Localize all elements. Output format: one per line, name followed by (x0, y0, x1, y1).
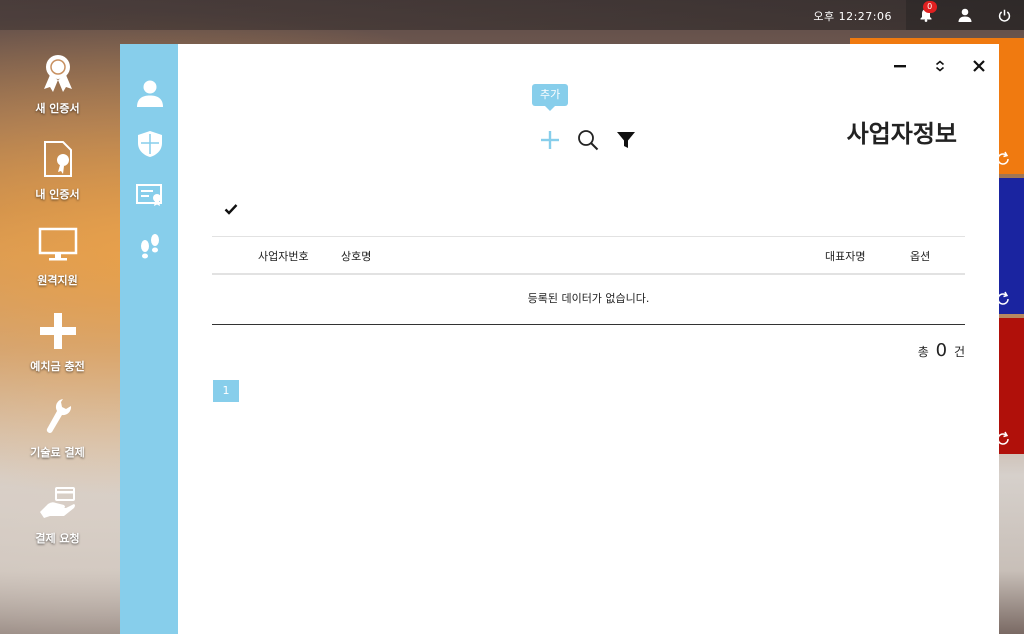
column-header-options[interactable]: 옵션 (910, 248, 930, 264)
nav-security[interactable] (135, 129, 165, 159)
column-header-representative[interactable]: 대표자명 (825, 248, 865, 264)
power-icon (998, 9, 1010, 22)
hand-card-icon (35, 480, 81, 526)
desktop-label: 예치금 충전 (30, 360, 85, 373)
total-prefix: 총 (917, 345, 929, 359)
restore-button[interactable] (930, 56, 950, 76)
add-button[interactable] (538, 128, 562, 152)
nav-certificate[interactable] (135, 180, 165, 210)
desktop-label: 내 인증서 (35, 188, 80, 201)
column-header-company-name[interactable]: 상호명 (341, 248, 371, 264)
table-header: 사업자번호 상호명 대표자명 옵션 (212, 236, 965, 275)
user-icon (137, 80, 163, 107)
nav-footprints[interactable] (135, 231, 165, 261)
business-info-window: 추가 사업자정보 사업자번호 상호명 대표자명 옵션 등록된 데이터가 없습니다… (120, 44, 999, 634)
search-icon (578, 130, 599, 151)
power-button[interactable] (989, 0, 1019, 30)
total-suffix: 건 (953, 345, 965, 359)
select-all-checkbox[interactable] (224, 201, 238, 215)
top-bar-actions: 0 (906, 0, 1024, 30)
filter-button[interactable] (614, 128, 638, 152)
desktop-label: 결제 요청 (35, 532, 80, 545)
close-icon (973, 60, 985, 72)
desktop-my-certificate[interactable]: 내 인증서 (0, 130, 115, 216)
search-button[interactable] (576, 128, 600, 152)
desktop-new-certificate[interactable]: 새 인증서 (0, 44, 115, 130)
plus-icon (541, 131, 559, 149)
close-button[interactable] (969, 56, 989, 76)
desktop-remote-support[interactable]: 원격지원 (0, 216, 115, 302)
window-side-nav (120, 44, 178, 634)
notification-button[interactable]: 0 (911, 0, 941, 30)
add-tooltip: 추가 (532, 84, 569, 111)
desktop-icons: 새 인증서 내 인증서 원격지원 예치금 충전 기술료 결제 결제 요청 (0, 44, 115, 560)
top-bar: 오후 12:27:06 0 (0, 0, 1024, 30)
shield-icon (138, 131, 162, 157)
monitor-icon (35, 222, 81, 268)
nav-user[interactable] (135, 78, 165, 108)
checkmark-icon (224, 204, 238, 215)
minimize-button[interactable] (890, 56, 910, 76)
desktop-label: 기술료 결제 (30, 446, 85, 459)
user-icon (958, 8, 972, 22)
desktop-label: 원격지원 (37, 274, 78, 287)
column-header-business-number[interactable]: 사업자번호 (258, 248, 309, 264)
desktop-deposit-charge[interactable]: 예치금 충전 (0, 302, 115, 388)
desktop-label: 새 인증서 (35, 102, 80, 115)
page-title: 사업자정보 (846, 120, 957, 148)
total-number: 0 (935, 340, 948, 361)
footprints-icon (141, 234, 159, 259)
user-button[interactable] (950, 0, 980, 30)
minimize-icon (894, 65, 906, 68)
total-count: 총 0 건 (918, 340, 965, 361)
plus-icon (35, 308, 81, 354)
notification-badge: 0 (922, 1, 937, 13)
empty-table-message: 등록된 데이터가 없습니다. (212, 274, 965, 325)
clock: 오후 12:27:06 (813, 10, 892, 23)
filter-icon (617, 132, 635, 148)
certificate-document-icon (35, 136, 81, 182)
pagination-page-1[interactable]: 1 (213, 380, 239, 402)
wrench-icon (35, 394, 81, 440)
desktop-tech-fee-payment[interactable]: 기술료 결제 (0, 388, 115, 474)
desktop-payment-request[interactable]: 결제 요청 (0, 474, 115, 560)
award-ribbon-icon (35, 50, 81, 96)
certificate-icon (136, 184, 162, 206)
chevron-up-down-icon (935, 60, 945, 72)
